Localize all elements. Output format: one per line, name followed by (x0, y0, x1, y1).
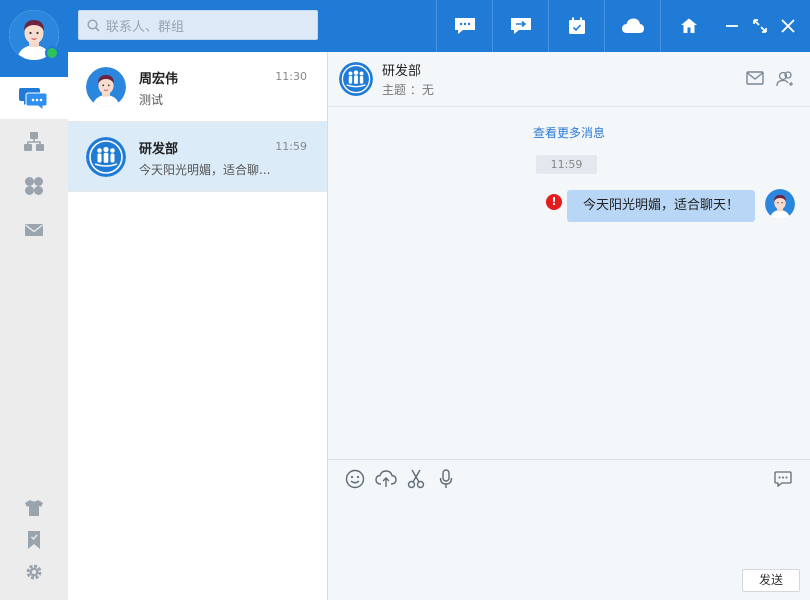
bookmark-icon (28, 531, 40, 549)
conversation-list: 周宏伟 11:30 测试 研发部 11:59 今天阳光明媚，适合聊... (68, 52, 328, 600)
close-button[interactable] (776, 14, 800, 38)
emoji-button[interactable] (344, 468, 366, 490)
male-avatar-icon (86, 67, 126, 107)
conversation-name: 周宏伟 (139, 72, 179, 87)
group-icon (86, 137, 126, 177)
scissors-icon (407, 469, 425, 489)
toolbar-cloud-button[interactable] (604, 0, 660, 52)
skin-shirt-icon (25, 500, 43, 516)
group-members-button[interactable] (776, 70, 796, 88)
left-rail (0, 0, 68, 600)
home-icon (680, 18, 697, 33)
chat-title: 研发部 (382, 64, 422, 79)
conversation-name: 研发部 (139, 142, 179, 157)
sidebar-item-apps[interactable] (0, 165, 68, 207)
mail-button[interactable] (746, 70, 766, 88)
group-icon (339, 62, 373, 96)
upload-icon (375, 470, 397, 487)
toolbar-calendar-button[interactable] (548, 0, 604, 52)
profile-area (0, 0, 68, 77)
forward-icon (510, 18, 531, 34)
chat-header: 研发部 主题 ：无 (328, 52, 810, 107)
maximize-icon (753, 19, 767, 33)
sidebar-item-organization[interactable] (0, 121, 68, 163)
conversation-time: 11:30 (275, 70, 307, 83)
message-icon (454, 18, 475, 34)
group-members-icon (776, 71, 793, 87)
cloud-icon (621, 18, 644, 33)
chat-pane: 研发部 主题 ：无 查看更多消息 11:59 ! 今天阳光明媚，适合聊天！ 发送 (328, 52, 810, 600)
mail-icon (25, 224, 43, 236)
online-status-indicator (45, 46, 59, 60)
minimize-button[interactable] (720, 14, 744, 38)
conversation-item[interactable]: 周宏伟 11:30 测试 (68, 52, 327, 122)
minimize-icon (726, 25, 738, 27)
search-icon (87, 18, 100, 32)
conversation-item[interactable]: 研发部 11:59 今天阳光明媚，适合聊... (68, 122, 327, 192)
top-bar: 联系人、群组 (68, 0, 810, 52)
sender-avatar (765, 189, 795, 219)
search-box[interactable]: 联系人、群组 (78, 10, 318, 40)
screenshot-button[interactable] (405, 468, 427, 490)
chat-avatar (339, 62, 373, 96)
message-composer[interactable]: 发送 (328, 459, 810, 600)
apps-grid-icon (25, 177, 43, 195)
microphone-icon (439, 469, 453, 488)
org-structure-icon (24, 132, 44, 151)
sidebar-item-messages[interactable] (0, 77, 68, 119)
male-avatar-icon (765, 189, 795, 219)
search-input[interactable]: 联系人、群组 (106, 16, 184, 35)
mail-icon (746, 71, 764, 85)
maximize-button[interactable] (748, 14, 772, 38)
calendar-icon (568, 17, 585, 34)
toolbar-forward-button[interactable] (492, 0, 548, 52)
sidebar-item-settings[interactable] (0, 551, 68, 593)
avatar (86, 67, 126, 107)
conversation-time: 11:59 (275, 140, 307, 153)
upload-button[interactable] (375, 468, 397, 490)
toolbar-home-button[interactable] (660, 0, 716, 52)
message-bubble: 今天阳光明媚，适合聊天！ (567, 190, 755, 222)
conversation-preview: 今天阳光明媚，适合聊... (139, 163, 271, 177)
conversation-preview: 测试 (139, 93, 164, 107)
toolbar-message-button[interactable] (436, 0, 492, 52)
avatar (86, 137, 126, 177)
quick-reply-button[interactable] (772, 468, 794, 490)
send-failed-icon[interactable]: ! (546, 194, 562, 210)
settings-gear-icon (26, 564, 42, 580)
voice-button[interactable] (435, 468, 457, 490)
send-button[interactable]: 发送 (742, 569, 800, 592)
close-icon (781, 19, 795, 33)
sidebar-item-mail[interactable] (0, 209, 68, 251)
emoji-icon (345, 469, 365, 489)
load-more-messages-link[interactable]: 查看更多消息 (328, 124, 810, 141)
chat-bubble-icon (774, 471, 792, 487)
chat-bubbles-icon (19, 88, 48, 111)
chat-topic: 主题 ：无 (382, 83, 434, 97)
message-time: 11:59 (536, 155, 597, 174)
